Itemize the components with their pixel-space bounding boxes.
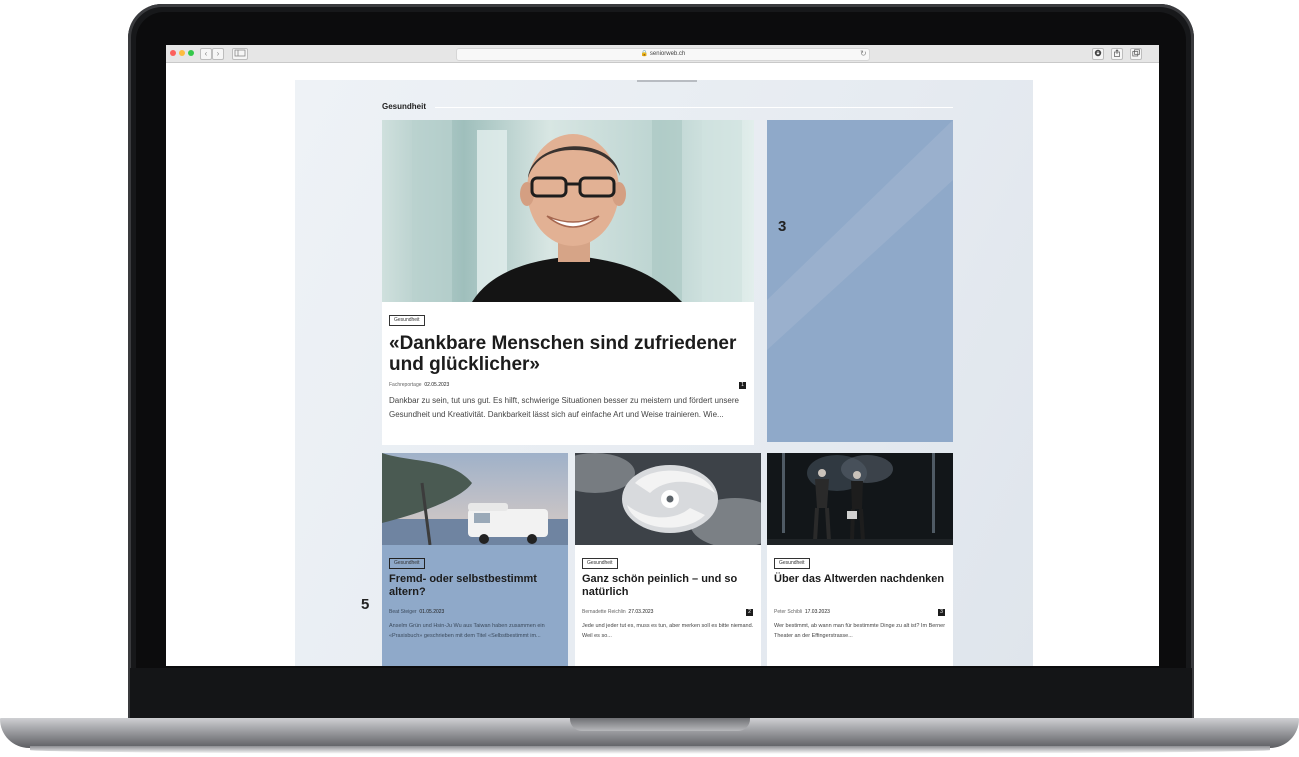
sidebar-toggle-button[interactable] bbox=[232, 48, 248, 60]
category-tag[interactable]: Gesundheit bbox=[389, 315, 425, 326]
author-name: Peter Schibli bbox=[774, 609, 803, 615]
feature-article-title[interactable]: «Dankbare Menschen sind zufriedener und … bbox=[389, 333, 749, 375]
reload-button[interactable]: ↻ bbox=[860, 48, 867, 59]
feature-article-meta: Fachreportage 02.05.2023 bbox=[389, 382, 449, 388]
article-card-image[interactable] bbox=[575, 453, 761, 545]
portrait-photo bbox=[412, 120, 742, 302]
category-tag[interactable]: Gesundheit bbox=[774, 558, 810, 569]
article-date: 27.03.2023 bbox=[628, 609, 654, 615]
comment-count-badge: 3 bbox=[938, 609, 945, 616]
article-date: 17.03.2023 bbox=[804, 609, 830, 615]
theater-stage-photo bbox=[767, 453, 953, 545]
camper-photo bbox=[382, 453, 568, 545]
article-card-ganz-schoen-peinlich[interactable]: Gesundheit Ganz schön peinlich – und so … bbox=[575, 453, 761, 666]
hurricane-photo bbox=[575, 453, 761, 545]
laptop-screen: ‹ › 🔒 seniorweb.ch ↻ Gesundheit Gesundhe… bbox=[166, 45, 1159, 666]
browser-toolbar: ‹ › 🔒 seniorweb.ch ↻ bbox=[166, 45, 1159, 63]
ad-box-shading bbox=[767, 120, 953, 350]
article-card-meta: Peter Schibli 17.03.2023 bbox=[774, 609, 830, 615]
article-card-title[interactable]: Über das Altwerden nachdenken bbox=[774, 573, 948, 586]
share-button[interactable] bbox=[1111, 48, 1123, 60]
top-tab-indicator bbox=[637, 80, 697, 82]
article-card-excerpt: Wer bestimmt, ab wann man für bestimmte … bbox=[774, 623, 946, 639]
address-bar-url: seniorweb.ch bbox=[649, 51, 686, 57]
tabs-icon bbox=[1132, 49, 1140, 57]
overlay-number-label: 5 bbox=[361, 596, 370, 613]
article-date: 01.05.2023 bbox=[419, 609, 445, 615]
back-button[interactable]: ‹ bbox=[200, 48, 212, 60]
ad-number-label: 3 bbox=[778, 218, 787, 235]
author-name: Bernadette Reichlin bbox=[582, 609, 626, 615]
article-card-excerpt: Jede und jeder tut es, muss es tun, aber… bbox=[582, 623, 754, 639]
feature-article-excerpt: Dankbar zu sein, tut uns gut. Es hilft, … bbox=[389, 396, 739, 419]
comment-count-badge: 1 bbox=[739, 382, 746, 389]
article-card-fremd-oder-selbstbestimmt[interactable]: Gesundheit Fremd- oder selbstbestimmt al… bbox=[382, 453, 568, 666]
article-date: 02.05.2023 bbox=[424, 382, 450, 388]
laptop-chin bbox=[130, 668, 1192, 721]
lock-icon: 🔒 bbox=[640, 51, 649, 57]
download-icon bbox=[1094, 49, 1102, 57]
article-card-meta: Bernadette Reichlin 27.03.2023 bbox=[582, 609, 653, 615]
category-tag[interactable]: Gesundheit bbox=[582, 558, 618, 569]
article-card-title[interactable]: Ganz schön peinlich – und so natürlich bbox=[582, 573, 756, 599]
ad-placeholder-box: 3 bbox=[767, 120, 953, 442]
category-tag[interactable]: Gesundheit bbox=[389, 558, 425, 569]
address-bar[interactable]: 🔒 seniorweb.ch bbox=[456, 48, 870, 61]
article-card-ueber-das-altwerden[interactable]: Gesundheit Über das Altwerden nachdenken… bbox=[767, 453, 953, 666]
article-card-meta: Beat Steiger 01.05.2023 bbox=[389, 609, 444, 615]
feature-article-card[interactable]: Gesundheit «Dankbare Menschen sind zufri… bbox=[382, 120, 754, 445]
sidebar-icon bbox=[234, 49, 246, 57]
comment-count-badge: 2 bbox=[746, 609, 753, 616]
author-name: Beat Steiger bbox=[389, 609, 417, 615]
laptop-base-shadow bbox=[30, 746, 1270, 754]
article-card-title[interactable]: Fremd- oder selbstbestimmt altern? bbox=[389, 573, 563, 599]
article-card-image[interactable] bbox=[767, 453, 953, 545]
close-window-button[interactable] bbox=[170, 50, 176, 56]
article-card-image[interactable] bbox=[382, 453, 568, 545]
article-type: Fachreportage bbox=[389, 382, 422, 388]
share-icon bbox=[1114, 49, 1120, 57]
article-card-excerpt: Anselm Grün und Hsin-Ju Wu aus Taiwan ha… bbox=[389, 623, 545, 639]
forward-button[interactable]: › bbox=[212, 48, 224, 60]
extensions-button[interactable] bbox=[1092, 48, 1104, 60]
maximize-window-button[interactable] bbox=[188, 50, 194, 56]
tabs-overview-button[interactable] bbox=[1130, 48, 1142, 60]
section-divider bbox=[435, 107, 953, 108]
feature-article-image[interactable] bbox=[382, 120, 754, 302]
laptop-notch bbox=[570, 718, 750, 731]
page-content: Gesundheit Gesundheit «Dankbare Menschen… bbox=[295, 80, 1033, 666]
section-title: Gesundheit bbox=[382, 102, 427, 111]
minimize-window-button[interactable] bbox=[179, 50, 185, 56]
